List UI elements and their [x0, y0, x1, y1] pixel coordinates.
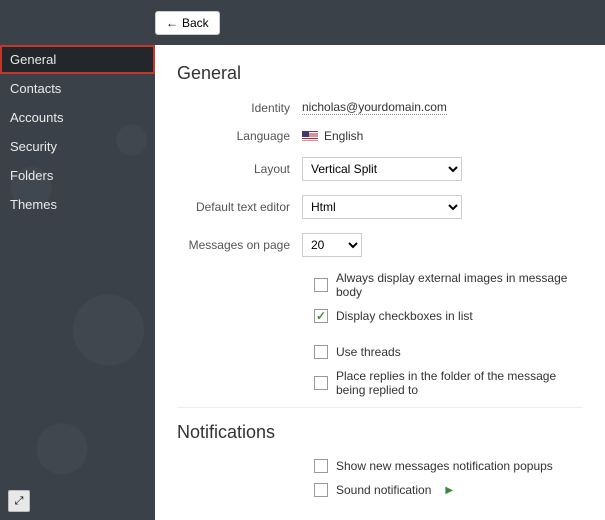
- label-use-threads: Use threads: [336, 345, 401, 359]
- row-messages-per-page: Messages on page 20: [177, 233, 583, 257]
- flag-us-icon: [302, 131, 318, 142]
- section-title-general: General: [177, 63, 583, 84]
- row-cb-notif-sound: Sound notification ▶: [177, 483, 583, 497]
- editor-label: Default text editor: [177, 200, 302, 214]
- label-checkboxes-list: Display checkboxes in list: [336, 309, 473, 323]
- language-label: Language: [177, 129, 302, 143]
- checkbox-external-images[interactable]: [314, 278, 328, 292]
- mpp-label: Messages on page: [177, 238, 302, 252]
- sidebar-nav: General Contacts Accounts Security Folde…: [0, 45, 155, 219]
- sidebar-item-general[interactable]: General: [0, 45, 155, 74]
- row-cb-checkboxes-list: Display checkboxes in list: [177, 309, 583, 323]
- row-identity: Identity nicholas@yourdomain.com: [177, 100, 583, 115]
- sidebar: General Contacts Accounts Security Folde…: [0, 45, 155, 520]
- checkbox-notif-popups[interactable]: [314, 459, 328, 473]
- section-title-notifications: Notifications: [177, 422, 583, 443]
- row-cb-notif-popups: Show new messages notification popups: [177, 459, 583, 473]
- expand-button[interactable]: ⤢: [8, 490, 30, 512]
- topbar: ← Back: [0, 0, 605, 45]
- language-value: English: [324, 129, 363, 143]
- sidebar-item-contacts[interactable]: Contacts: [0, 74, 155, 103]
- back-label: Back: [182, 16, 209, 30]
- row-editor: Default text editor Html: [177, 195, 583, 219]
- label-notif-sound: Sound notification: [336, 483, 431, 497]
- layout-select[interactable]: Vertical Split: [302, 157, 462, 181]
- section-divider: [177, 407, 583, 408]
- editor-select[interactable]: Html: [302, 195, 462, 219]
- sidebar-item-folders[interactable]: Folders: [0, 161, 155, 190]
- row-layout: Layout Vertical Split: [177, 157, 583, 181]
- row-cb-external-images: Always display external images in messag…: [177, 271, 583, 299]
- sidebar-item-themes[interactable]: Themes: [0, 190, 155, 219]
- layout-label: Layout: [177, 162, 302, 176]
- expand-icon: ⤢: [15, 495, 24, 508]
- checkbox-notif-sound[interactable]: [314, 483, 328, 497]
- sidebar-item-security[interactable]: Security: [0, 132, 155, 161]
- checkbox-checkboxes-list[interactable]: [314, 309, 328, 323]
- row-cb-use-threads: Use threads: [177, 345, 583, 359]
- label-notif-popups: Show new messages notification popups: [336, 459, 553, 473]
- row-language: Language English: [177, 129, 583, 143]
- label-external-images: Always display external images in messag…: [336, 271, 583, 299]
- content: General Identity nicholas@yourdomain.com…: [155, 45, 605, 520]
- play-sound-icon[interactable]: ▶: [445, 485, 453, 496]
- identity-link[interactable]: nicholas@yourdomain.com: [302, 100, 447, 115]
- main: General Contacts Accounts Security Folde…: [0, 45, 605, 520]
- checkbox-place-replies[interactable]: [314, 376, 328, 390]
- row-cb-place-replies: Place replies in the folder of the messa…: [177, 369, 583, 397]
- back-button[interactable]: ← Back: [155, 11, 220, 35]
- sidebar-item-accounts[interactable]: Accounts: [0, 103, 155, 132]
- back-arrow-icon: ←: [166, 16, 178, 30]
- label-place-replies: Place replies in the folder of the messa…: [336, 369, 583, 397]
- mpp-select[interactable]: 20: [302, 233, 362, 257]
- checkbox-use-threads[interactable]: [314, 345, 328, 359]
- identity-label: Identity: [177, 101, 302, 115]
